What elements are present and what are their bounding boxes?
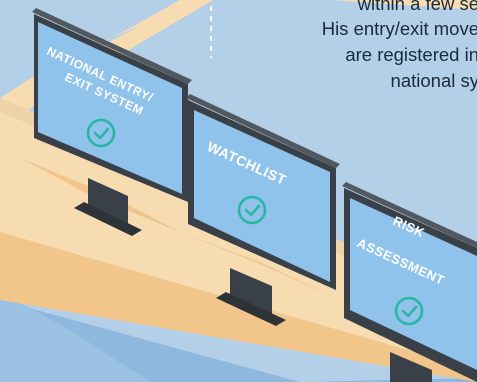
caption-line-2: His entry/exit move	[321, 18, 477, 39]
caption-block: within a few se His entry/exit move are …	[0, 0, 477, 120]
caption-line-4: national sy	[390, 70, 477, 91]
caption-line-3: are registered in	[345, 44, 477, 65]
illustration-scene: NATIONAL ENTRY/ EXIT SYSTEM WATCHLIST RI…	[0, 0, 477, 382]
caption-line-1: within a few se	[357, 0, 477, 14]
